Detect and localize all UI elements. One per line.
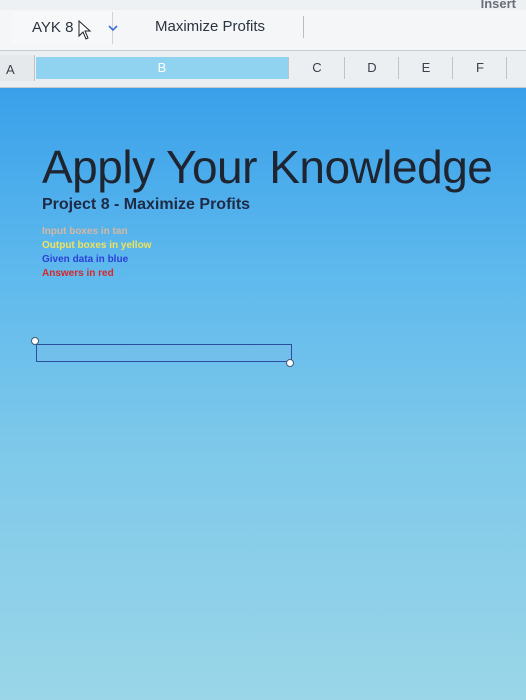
- column-header-d[interactable]: D: [346, 57, 399, 79]
- page-title: Apply Your Knowledge: [42, 141, 493, 193]
- legend-given-data: Given data in blue: [42, 254, 129, 265]
- column-header-a[interactable]: A: [6, 62, 15, 77]
- column-headers: A B C D E F: [0, 51, 526, 88]
- legend-answers: Answers in red: [42, 268, 114, 279]
- spreadsheet-grid[interactable]: Apply Your Knowledge Project 8 - Maximiz…: [0, 88, 526, 700]
- project-subtitle: Project 8 - Maximize Profits: [42, 196, 251, 213]
- formula-bar: AYK 8 Maximize Profits: [0, 10, 526, 51]
- mouse-cursor-icon: [78, 20, 92, 40]
- legend-input-boxes: Input boxes in tan: [42, 226, 128, 237]
- ribbon-strip: Insert: [0, 0, 526, 11]
- selected-shape[interactable]: [36, 344, 292, 362]
- resize-handle-bottom-right[interactable]: [286, 359, 294, 367]
- column-header-b[interactable]: B: [36, 57, 289, 79]
- name-box[interactable]: AYK 8: [12, 12, 118, 44]
- legend-output-boxes: Output boxes in yellow: [42, 240, 152, 251]
- select-all-corner[interactable]: A: [0, 55, 35, 81]
- name-box-value: AYK 8: [32, 19, 74, 36]
- column-header-f[interactable]: F: [454, 57, 507, 79]
- column-header-e[interactable]: E: [400, 57, 453, 79]
- column-header-c[interactable]: C: [290, 57, 345, 79]
- chevron-down-icon[interactable]: [108, 24, 118, 32]
- resize-handle-top-left[interactable]: [31, 337, 39, 345]
- formula-content[interactable]: Maximize Profits: [155, 18, 265, 35]
- formula-divider: [303, 16, 304, 38]
